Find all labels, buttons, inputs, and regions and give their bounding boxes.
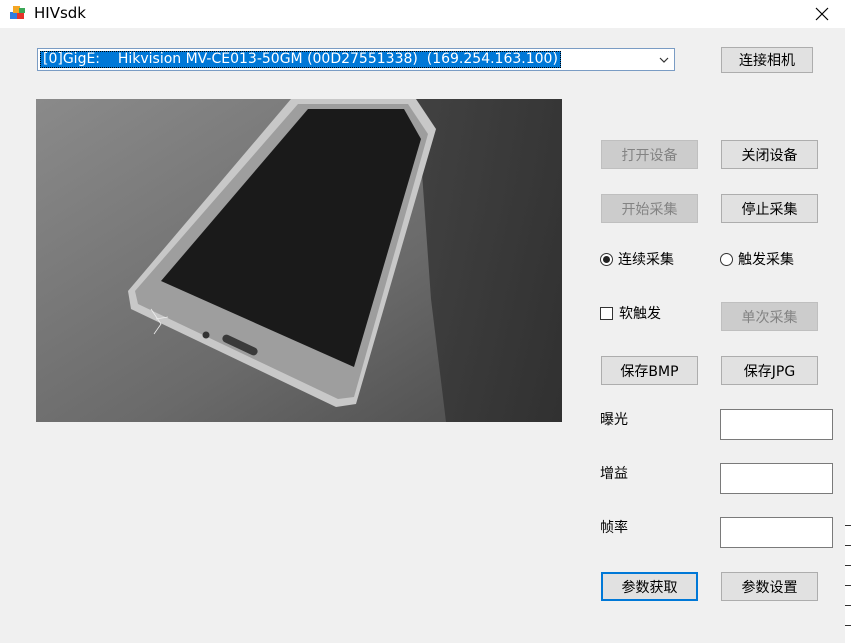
device-select-value: [0]GigE: Hikvision MV-CE013-50GM (00D275… (40, 51, 561, 68)
gain-input[interactable] (720, 463, 833, 494)
connect-camera-button[interactable]: 连接相机 (721, 47, 813, 73)
radio-indicator[interactable] (720, 252, 733, 266)
exposure-input[interactable] (720, 409, 833, 440)
trigger-mode-label: 触发采集 (738, 252, 794, 268)
edge-mark (845, 545, 851, 546)
exposure-label: 曝光 (600, 412, 628, 428)
save-bmp-button[interactable]: 保存BMP (601, 356, 698, 385)
framerate-label: 帧率 (600, 520, 628, 536)
continuous-mode-label: 连续采集 (618, 252, 674, 268)
framerate-input[interactable] (720, 517, 833, 548)
start-grab-button[interactable]: 开始采集 (601, 194, 698, 223)
continuous-mode-radio[interactable]: 连续采集 (600, 249, 674, 269)
edge-mark (845, 585, 851, 586)
stop-grab-button[interactable]: 停止采集 (721, 194, 818, 223)
camera-frame-image (36, 99, 562, 422)
get-params-button[interactable]: 参数获取 (601, 572, 698, 601)
edge-mark (845, 625, 851, 626)
gain-label: 增益 (600, 466, 628, 482)
app-cubes-icon (8, 3, 28, 23)
close-device-button[interactable]: 关闭设备 (721, 140, 818, 169)
edge-mark (845, 525, 851, 526)
open-device-button[interactable]: 打开设备 (601, 140, 698, 169)
device-select[interactable]: [0]GigE: Hikvision MV-CE013-50GM (00D275… (37, 48, 675, 71)
main-window: HIVsdk [0]GigE: Hikvision MV-CE013-50GM … (0, 0, 845, 643)
edge-mark (845, 565, 851, 566)
save-jpg-button[interactable]: 保存JPG (721, 356, 818, 385)
camera-preview (36, 99, 562, 422)
window-title: HIVsdk (34, 4, 86, 22)
close-window-button[interactable] (799, 0, 845, 28)
edge-mark (845, 605, 851, 606)
close-icon (815, 7, 829, 21)
radio-indicator[interactable] (600, 252, 613, 266)
trigger-mode-radio[interactable]: 触发采集 (720, 249, 794, 269)
checkbox-indicator[interactable] (600, 306, 613, 320)
chevron-down-icon[interactable] (658, 54, 670, 66)
soft-trigger-checkbox[interactable]: 软触发 (600, 303, 661, 323)
soft-trigger-label: 软触发 (619, 306, 661, 322)
background-window-edge (845, 0, 851, 643)
set-params-button[interactable]: 参数设置 (721, 572, 818, 601)
title-bar: HIVsdk (0, 0, 845, 28)
single-grab-button[interactable]: 单次采集 (721, 302, 818, 331)
